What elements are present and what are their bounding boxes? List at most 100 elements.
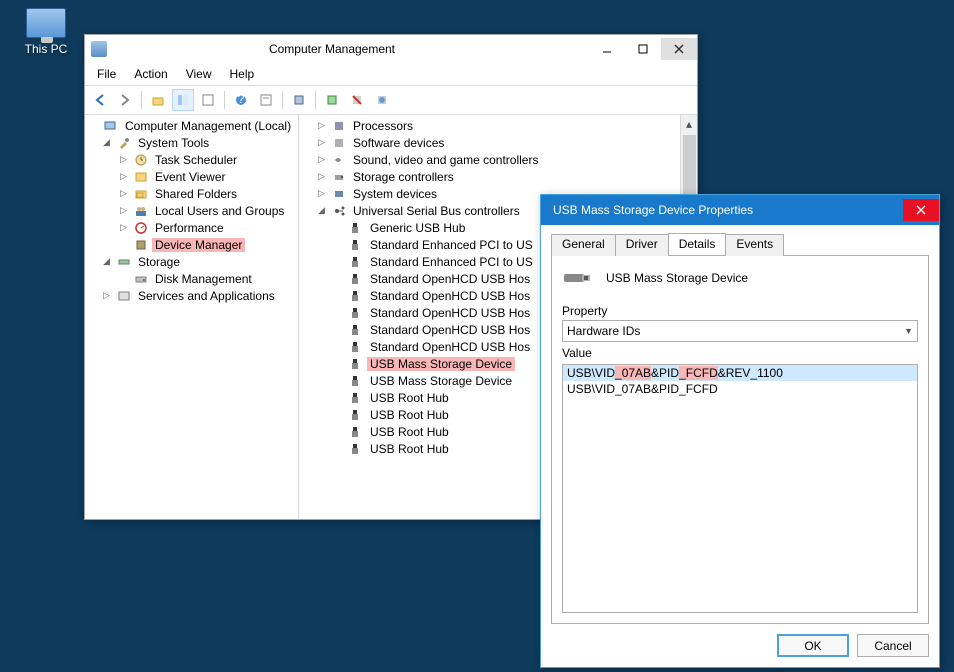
device-category-icon	[331, 135, 347, 151]
maximize-button[interactable]	[625, 38, 661, 60]
expand-icon[interactable]: ▷	[117, 222, 130, 233]
tree-item-label[interactable]: Standard Enhanced PCI to US	[367, 255, 536, 269]
desktop-icon-label: This PC	[25, 42, 68, 56]
cm-titlebar[interactable]: Computer Management	[85, 35, 697, 63]
prop-titlebar[interactable]: USB Mass Storage Device Properties	[541, 195, 939, 225]
usb-plug-icon	[348, 339, 364, 355]
tree-item-label[interactable]: USB Root Hub	[367, 425, 452, 439]
menu-file[interactable]: File	[89, 65, 124, 83]
menu-help[interactable]: Help	[222, 65, 263, 83]
cm-left-tree[interactable]: Computer Management (Local) ◢ System Tool…	[85, 115, 299, 519]
help-button[interactable]: ?	[230, 89, 252, 111]
enable-button[interactable]	[321, 89, 343, 111]
menu-view[interactable]: View	[178, 65, 220, 83]
expand-icon[interactable]: ▷	[117, 171, 130, 182]
tree-item-label[interactable]: Standard OpenHCD USB Hos	[367, 340, 533, 354]
up-folder-button[interactable]	[147, 89, 169, 111]
usb-plug-icon	[348, 305, 364, 321]
scan-button[interactable]	[288, 89, 310, 111]
tab-general[interactable]: General	[551, 234, 616, 256]
tree-item-label[interactable]: USB Mass Storage Device	[367, 357, 515, 371]
scroll-up-button[interactable]: ▴	[681, 115, 697, 132]
tree-item-label[interactable]: Processors	[350, 119, 416, 133]
tree-item-label[interactable]: Standard OpenHCD USB Hos	[367, 323, 533, 337]
expand-icon[interactable]: ▷	[315, 120, 328, 131]
tree-storage[interactable]: Storage	[135, 255, 183, 269]
back-button[interactable]	[89, 89, 111, 111]
cancel-button[interactable]: Cancel	[857, 634, 929, 657]
tab-events[interactable]: Events	[725, 234, 784, 256]
tree-item-label[interactable]: USB Mass Storage Device	[367, 374, 515, 388]
expand-icon[interactable]: ▷	[315, 171, 328, 182]
tree-item-label[interactable]: System devices	[350, 187, 440, 201]
tree-item-label[interactable]: Storage controllers	[350, 170, 457, 184]
tree-item-label[interactable]: Universal Serial Bus controllers	[350, 204, 523, 218]
value-row[interactable]: USB\VID_07AB&PID_FCFD	[563, 381, 917, 397]
tree-shared-folders[interactable]: Shared Folders	[152, 187, 240, 201]
show-hide-tree-button[interactable]	[172, 89, 194, 111]
value-label: Value	[562, 346, 918, 360]
tree-system-tools[interactable]: System Tools	[135, 136, 212, 150]
tree-services-apps[interactable]: Services and Applications	[135, 289, 278, 303]
expand-icon[interactable]: ◢	[100, 256, 113, 267]
tree-item-label[interactable]: Standard OpenHCD USB Hos	[367, 306, 533, 320]
value-row[interactable]: USB\VID_07AB&PID_FCFD&REV_1100	[563, 365, 917, 381]
close-button[interactable]	[661, 38, 697, 60]
tree-task-scheduler[interactable]: Task Scheduler	[152, 153, 240, 167]
tree-item-label[interactable]: Software devices	[350, 136, 447, 150]
tree-item-label[interactable]: USB Root Hub	[367, 391, 452, 405]
device-name: USB Mass Storage Device	[606, 271, 748, 285]
tree-item-label[interactable]: Standard Enhanced PCI to US	[367, 238, 536, 252]
usb-plug-icon	[348, 254, 364, 270]
tree-item-label[interactable]: USB Root Hub	[367, 442, 452, 456]
tab-driver[interactable]: Driver	[615, 234, 669, 256]
device-category-icon	[331, 169, 347, 185]
usb-plug-icon	[348, 271, 364, 287]
close-button[interactable]	[903, 199, 939, 221]
expand-icon[interactable]: ▷	[117, 205, 130, 216]
tree-item-label[interactable]: Sound, video and game controllers	[350, 153, 541, 167]
tree-item-label[interactable]: Standard OpenHCD USB Hos	[367, 289, 533, 303]
services-icon	[116, 288, 132, 304]
expand-icon[interactable]: ◢	[100, 137, 113, 148]
usb-plug-icon	[348, 356, 364, 372]
usb-plug-icon	[348, 322, 364, 338]
tree-root[interactable]: Computer Management (Local)	[122, 119, 294, 133]
expand-icon[interactable]: ◢	[315, 205, 328, 216]
tree-disk-management[interactable]: Disk Management	[152, 272, 255, 286]
tree-item-label[interactable]: Generic USB Hub	[367, 221, 468, 235]
ok-button[interactable]: OK	[777, 634, 849, 657]
tools-icon	[116, 135, 132, 151]
tree-event-viewer[interactable]: Event Viewer	[152, 170, 228, 184]
expand-icon[interactable]: ▷	[117, 154, 130, 165]
expand-icon[interactable]: ▷	[117, 188, 130, 199]
usb-plug-icon	[348, 220, 364, 236]
tab-details[interactable]: Details	[668, 233, 727, 255]
expand-icon[interactable]: ▷	[315, 188, 328, 199]
expand-icon[interactable]: ▷	[100, 290, 113, 301]
uninstall-button[interactable]	[346, 89, 368, 111]
desktop-icon-this-pc[interactable]: This PC	[18, 8, 74, 56]
menu-action[interactable]: Action	[126, 65, 175, 83]
expand-icon[interactable]: ▷	[315, 154, 328, 165]
svg-text:?: ?	[238, 93, 245, 106]
tree-item-label[interactable]: USB Root Hub	[367, 408, 452, 422]
property-value: Hardware IDs	[567, 324, 640, 338]
tree-local-users[interactable]: Local Users and Groups	[152, 204, 287, 218]
storage-icon	[116, 254, 132, 270]
value-listbox[interactable]: USB\VID_07AB&PID_FCFD&REV_1100USB\VID_07…	[562, 364, 918, 613]
expand-icon[interactable]: ▷	[315, 137, 328, 148]
forward-button[interactable]	[114, 89, 136, 111]
update-driver-button[interactable]	[371, 89, 393, 111]
users-icon	[133, 203, 149, 219]
usb-plug-icon	[348, 237, 364, 253]
property-dropdown[interactable]: Hardware IDs ▼	[562, 320, 918, 342]
usb-plug-icon	[348, 373, 364, 389]
tree-item-label[interactable]: Standard OpenHCD USB Hos	[367, 272, 533, 286]
minimize-button[interactable]	[589, 38, 625, 60]
tree-performance[interactable]: Performance	[152, 221, 227, 235]
cm-toolbar: ?	[85, 85, 697, 115]
tree-device-manager[interactable]: Device Manager	[152, 238, 245, 252]
props-button2[interactable]	[255, 89, 277, 111]
properties-button[interactable]	[197, 89, 219, 111]
